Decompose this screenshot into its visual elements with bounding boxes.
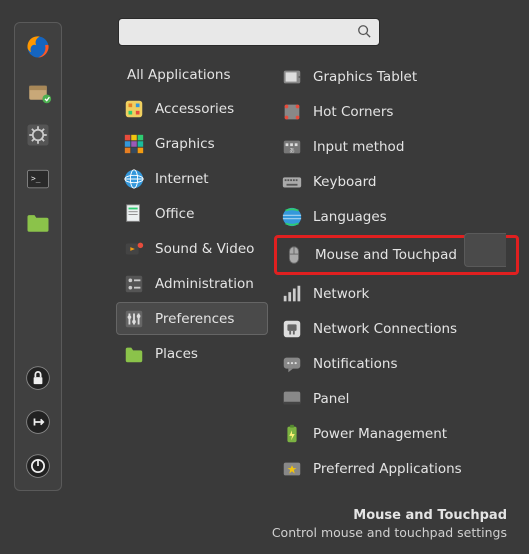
app-network-connections[interactable]: Network Connections [274,312,519,345]
app-label: Hot Corners [313,104,393,120]
category-label: Places [155,346,198,362]
category-label: Preferences [155,311,234,327]
app-network[interactable]: Network [274,277,519,310]
firefox-icon[interactable] [22,31,54,63]
office-icon [123,203,145,225]
preferred-applications-icon [281,458,303,480]
app-panel[interactable]: Panel [274,382,519,415]
category-administration[interactable]: Administration [116,267,268,300]
footer-title: Mouse and Touchpad [108,508,507,523]
app-label: Network [313,286,369,302]
application-list: Graphics Tablet Hot Corners あ Input meth… [270,56,529,500]
app-preferred-applications[interactable]: Preferred Applications [274,452,519,485]
preferences-icon [123,308,145,330]
category-internet[interactable]: Internet [116,162,268,195]
app-label: Network Connections [313,321,457,337]
app-label: Preferred Applications [313,461,462,477]
category-accessories[interactable]: Accessories [116,92,268,125]
category-label: Administration [155,276,254,292]
category-places[interactable]: Places [116,337,268,370]
mouse-icon [283,244,305,266]
graphics-icon [123,133,145,155]
app-graphics-tablet[interactable]: Graphics Tablet [274,60,519,93]
svg-text:>_: >_ [31,174,41,183]
power-icon[interactable] [22,450,54,482]
graphics-tablet-icon [281,66,303,88]
app-notifications[interactable]: Notifications [274,347,519,380]
sound-video-icon [123,238,145,260]
menu-footer: Mouse and Touchpad Control mouse and tou… [108,500,529,554]
category-label: Office [155,206,194,222]
search-icon [357,23,371,42]
footer-description: Control mouse and touchpad settings [108,525,507,540]
languages-icon [281,206,303,228]
category-label: Sound & Video [155,241,254,257]
places-icon [123,343,145,365]
launcher-panel: >_ [14,22,62,491]
app-label: Keyboard [313,174,376,190]
app-keyboard[interactable]: Keyboard [274,165,519,198]
category-graphics[interactable]: Graphics [116,127,268,160]
network-connections-icon [281,318,303,340]
settings-icon[interactable] [22,119,54,151]
app-label: Graphics Tablet [313,69,417,85]
category-all-applications[interactable]: All Applications [116,60,268,90]
internet-icon [123,168,145,190]
terminal-icon[interactable]: >_ [22,163,54,195]
keyboard-icon [281,171,303,193]
app-label: Panel [313,391,349,407]
notifications-icon [281,353,303,375]
administration-icon [123,273,145,295]
app-input-method[interactable]: あ Input method [274,130,519,163]
panel-icon [281,388,303,410]
package-manager-icon[interactable] [22,75,54,107]
app-label: Power Management [313,426,447,442]
category-label: Graphics [155,136,215,152]
accessories-icon [123,98,145,120]
svg-text:あ: あ [289,147,295,154]
hot-corners-icon [281,101,303,123]
category-list: All Applications Accessories Graphics In… [108,56,270,500]
logout-icon[interactable] [22,406,54,438]
lock-icon[interactable] [22,362,54,394]
network-icon [281,283,303,305]
category-label: Accessories [155,101,234,117]
category-preferences[interactable]: Preferences [116,302,268,335]
app-power-management[interactable]: Power Management [274,417,519,450]
files-icon[interactable] [22,207,54,239]
category-label: All Applications [127,67,231,83]
app-label: Mouse and Touchpad [315,247,457,263]
search-input[interactable] [127,25,357,40]
input-method-icon: あ [281,136,303,158]
background-button [464,233,506,267]
app-label: Notifications [313,356,398,372]
search-box[interactable] [118,18,380,46]
app-languages[interactable]: Languages [274,200,519,233]
category-office[interactable]: Office [116,197,268,230]
app-label: Input method [313,139,404,155]
category-sound-video[interactable]: Sound & Video [116,232,268,265]
application-menu: All Applications Accessories Graphics In… [108,0,529,554]
category-label: Internet [155,171,209,187]
app-hot-corners[interactable]: Hot Corners [274,95,519,128]
power-management-icon [281,423,303,445]
app-label: Languages [313,209,387,225]
